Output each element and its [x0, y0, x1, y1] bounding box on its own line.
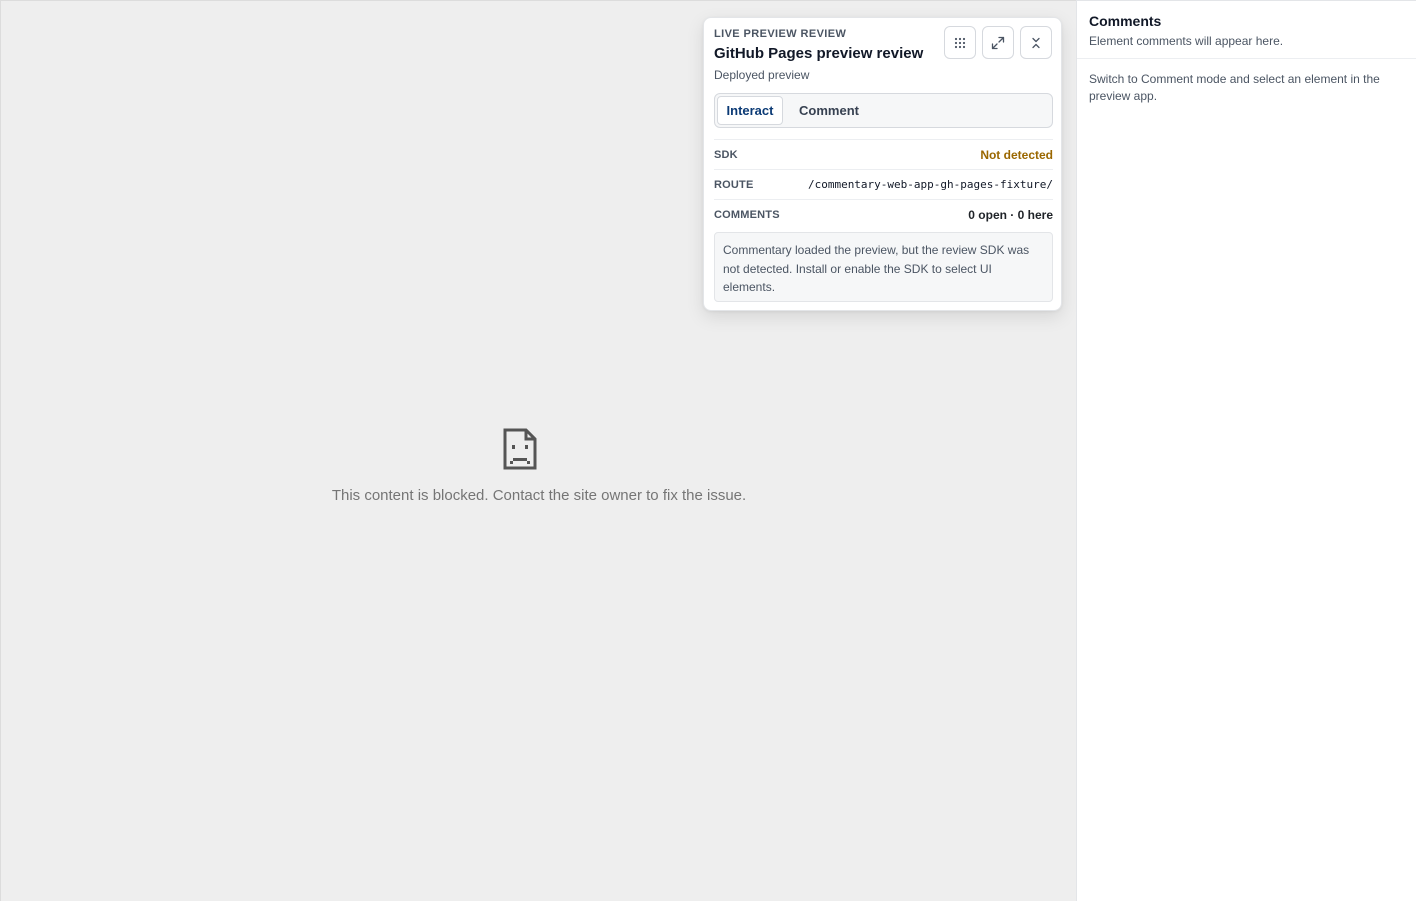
drag-grid-icon — [954, 37, 966, 49]
sad-document-icon — [502, 428, 538, 470]
sidebar-subtitle: Element comments will appear here. — [1089, 34, 1284, 48]
tab-interact[interactable]: Interact — [717, 96, 783, 125]
blocked-message: This content is blocked. Contact the sit… — [331, 487, 747, 504]
mode-toggle: Interact Comment — [714, 93, 1053, 128]
sdk-row: SDK Not detected — [714, 139, 1053, 169]
collapse-button[interactable] — [1020, 26, 1052, 59]
review-card: LIVE PREVIEW REVIEW GitHub Pages preview… — [703, 17, 1062, 311]
route-row: ROUTE /commentary-web-app-gh-pages-fixtu… — [714, 169, 1053, 199]
comments-row: COMMENTS 0 open · 0 here — [714, 199, 1053, 229]
preview-frame: This content is blocked. Contact the sit… — [0, 0, 1076, 901]
drag-handle-button[interactable] — [944, 26, 976, 59]
sdk-status: Not detected — [980, 147, 1053, 162]
empty-state-message: Switch to Comment mode and select an ele… — [1089, 72, 1380, 103]
sdk-notice: Commentary loaded the preview, but the r… — [714, 232, 1053, 302]
route-value: /commentary-web-app-gh-pages-fixture/ — [807, 178, 1053, 191]
card-title: GitHub Pages preview review — [714, 45, 924, 62]
collapse-icon — [1030, 37, 1042, 49]
sidebar-title: Comments — [1089, 13, 1162, 29]
comments-count: 0 open · 0 here — [968, 207, 1053, 222]
comments-sidebar: Comments Element comments will appear he… — [1076, 0, 1416, 901]
card-eyebrow: LIVE PREVIEW REVIEW — [714, 28, 847, 40]
card-subtitle: Deployed preview — [714, 68, 810, 82]
tab-comment[interactable]: Comment — [791, 96, 867, 125]
expand-button[interactable] — [982, 26, 1014, 59]
comments-label: COMMENTS — [714, 208, 780, 221]
expand-icon — [991, 36, 1005, 50]
route-label: ROUTE — [714, 178, 754, 191]
sidebar-header: Comments Element comments will appear he… — [1077, 1, 1416, 59]
sdk-label: SDK — [714, 148, 738, 161]
